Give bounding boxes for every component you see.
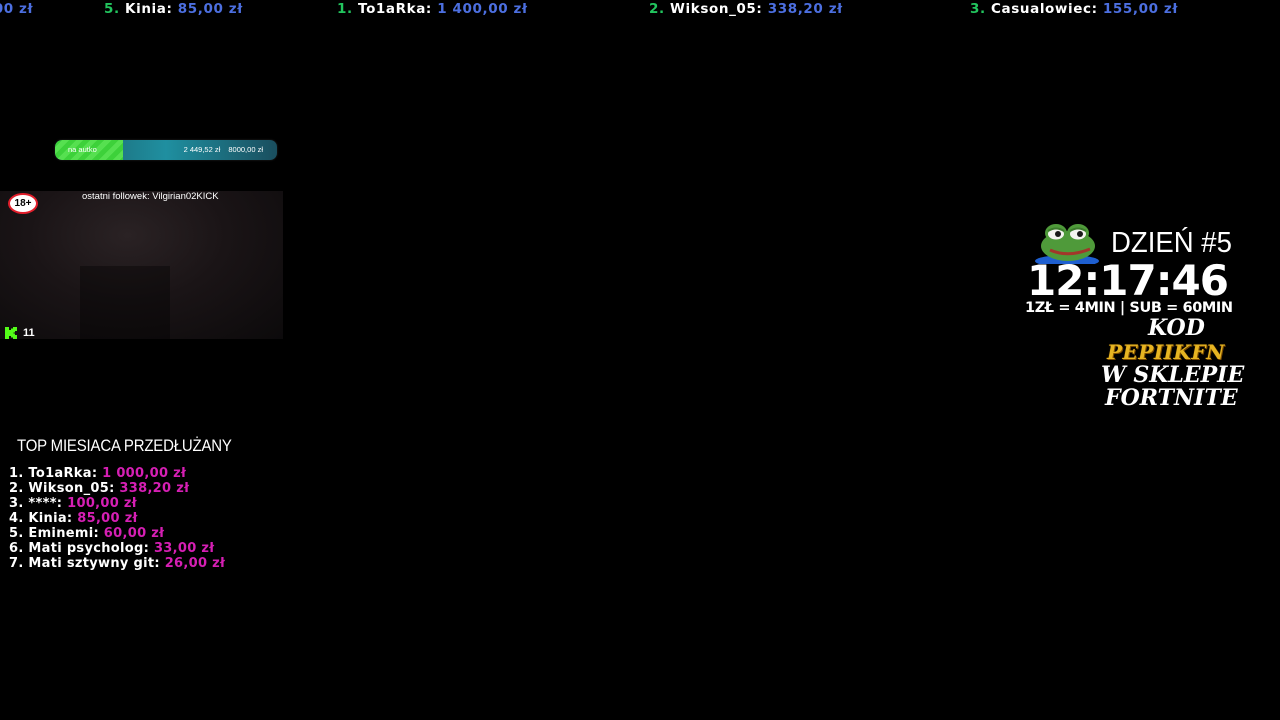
goal-target: 8000,00 zł	[228, 145, 263, 154]
stream-overlay: ,00 zł 5. Kinia: 85,00 zł 1. To1aRka: 1 …	[0, 0, 1280, 720]
top-entry-amount: 85,00 zł	[77, 511, 138, 526]
donation-ticker: ,00 zł 5. Kinia: 85,00 zł 1. To1aRka: 1 …	[0, 0, 1280, 18]
ticker-rank: 2.	[649, 1, 665, 17]
list-item: 7. Mati sztywny git: 26,00 zł	[9, 556, 225, 571]
ticker-item: 5. Kinia: 85,00 zł	[104, 0, 243, 18]
ticker-rank: 1.	[337, 1, 353, 17]
ticker-name: Casualowiec:	[991, 1, 1098, 17]
ticker-name: Kinia:	[125, 1, 173, 17]
last-follower: ostatni followek: Vilgirian02KICK	[82, 191, 219, 202]
ticker-amount: 155,00 zł	[1102, 1, 1178, 17]
list-item: 2. Wikson_05: 338,20 zł	[9, 481, 225, 496]
top-month-list: 1. To1aRka: 1 000,00 zł 2. Wikson_05: 33…	[9, 466, 225, 571]
top-entry-amount: 26,00 zł	[164, 556, 226, 571]
top-entry-label: 5. Eminemi:	[9, 526, 99, 541]
age-rating-badge: 18+	[8, 193, 38, 214]
ticker-name: Wikson_05:	[670, 1, 763, 17]
ticker-amount: 338,20 zł	[767, 1, 843, 17]
ticker-item: 2. Wikson_05: 338,20 zł	[649, 0, 843, 18]
top-entry-amount: 60,00 zł	[103, 526, 165, 541]
subathon-timer: 12:17:46	[1027, 256, 1229, 305]
ticker-name: To1aRka:	[358, 1, 432, 17]
webcam-feed	[0, 191, 283, 339]
top-entry-label: 3. ****:	[9, 496, 63, 511]
top-entry-label: 1. To1aRka:	[9, 466, 98, 481]
top-entry-amount: 100,00 zł	[67, 496, 137, 511]
ticker-item: 1. To1aRka: 1 400,00 zł	[337, 0, 528, 18]
top-entry-amount: 1 000,00 zł	[102, 466, 187, 481]
ticker-rank: 5.	[104, 1, 120, 17]
ticker-item: 3. Casualowiec: 155,00 zł	[970, 0, 1178, 18]
goal-current: 2 449,52 zł	[183, 145, 221, 154]
list-item: 6. Mati psycholog: 33,00 zł	[9, 541, 225, 556]
game-label: FORTNITE	[1105, 385, 1238, 411]
ticker-rank: 3.	[970, 1, 986, 17]
ticker-amount: 1 400,00 zł	[437, 1, 528, 17]
list-item: 4. Kinia: 85,00 zł	[9, 511, 225, 526]
viewer-count: 11	[5, 326, 35, 340]
list-item: 3. ****: 100,00 zł	[9, 496, 225, 511]
webcam-shadow	[80, 266, 170, 339]
top-entry-amount: 338,20 zł	[119, 481, 190, 496]
code-intro: KOD	[1148, 315, 1205, 341]
list-item: 1. To1aRka: 1 000,00 zł	[9, 466, 225, 481]
top-entry-label: 7. Mati sztywny git:	[9, 556, 160, 571]
donation-goal-bar: na autko 2 449,52 zł 8000,00 zł	[55, 140, 277, 160]
viewer-count-value: 11	[23, 327, 35, 339]
goal-values: 2 449,52 zł 8000,00 zł	[178, 140, 263, 160]
top-month-title: TOP MIESIACA PRZEDŁUŻANY	[17, 436, 232, 455]
ticker-amount: ,00 zł	[0, 1, 34, 17]
creator-code: PEPIIKFN	[1107, 340, 1225, 364]
top-entry-amount: 33,00 zł	[153, 541, 215, 556]
kick-icon	[5, 327, 17, 339]
shop-label: W SKLEPIE	[1101, 362, 1245, 388]
ticker-item: ,00 zł	[0, 0, 33, 18]
top-entry-label: 6. Mati psycholog:	[9, 541, 150, 556]
top-entry-label: 2. Wikson_05:	[9, 481, 115, 496]
ticker-amount: 85,00 zł	[177, 1, 243, 17]
list-item: 5. Eminemi: 60,00 zł	[9, 526, 225, 541]
top-entry-label: 4. Kinia:	[9, 511, 73, 526]
goal-label: na autko	[68, 145, 97, 154]
